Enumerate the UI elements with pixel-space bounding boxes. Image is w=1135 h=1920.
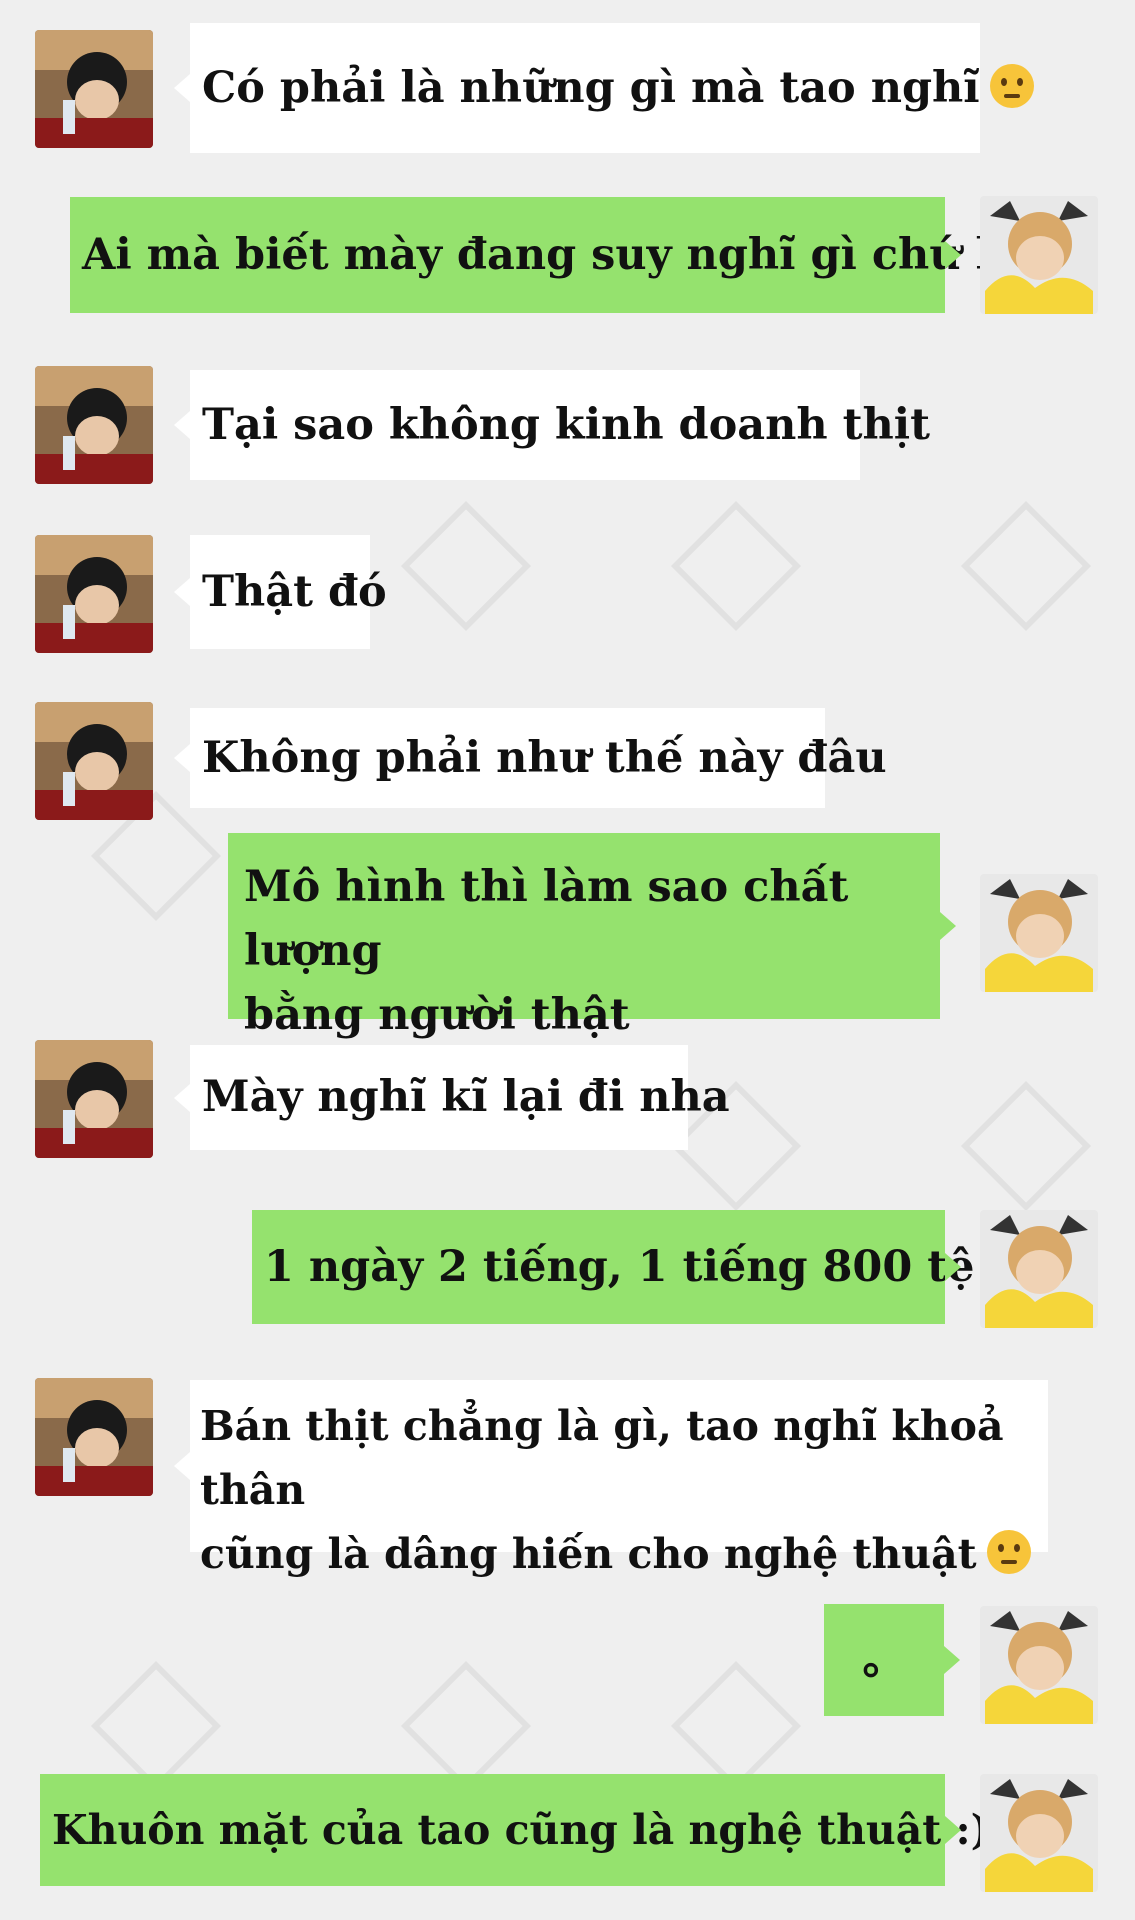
message-text: 。: [862, 1635, 906, 1685]
hand-over-mouth-face-icon: [986, 1530, 1031, 1574]
message-text: Không phải như thế này đâu: [202, 733, 887, 783]
thinking-face-icon: [989, 64, 1034, 108]
message-text-line: Bán thịt chẳng là gì, tao nghĩ khoả thân: [200, 1402, 1004, 1514]
message-text: Ai mà biết mày đang suy nghĩ gì chứ hả: [82, 230, 1035, 280]
message-bubble-incoming[interactable]: Mày nghĩ kĩ lại đi nha: [174, 1045, 730, 1150]
user-avatar[interactable]: [980, 1606, 1098, 1724]
message-text: Có phải là những gì mà tao nghĩ: [202, 63, 980, 113]
chat-area: Có phải là những gì mà tao nghĩ Ai mà bi…: [0, 0, 1135, 1920]
watermark: [670, 1660, 802, 1792]
message-bubble-outgoing[interactable]: Khuôn mặt của tao cũng là nghệ thuật :))…: [40, 1774, 1087, 1886]
message-text: Khuôn mặt của tao cũng là nghệ thuật :))…: [52, 1806, 1088, 1854]
user-avatar[interactable]: [980, 196, 1098, 314]
watermark: [400, 1660, 532, 1792]
watermark: [960, 500, 1092, 632]
message-text: Thật đó: [202, 567, 387, 617]
message-text: Mày nghĩ kĩ lại đi nha: [202, 1072, 730, 1122]
watermark: [400, 500, 532, 632]
contact-avatar[interactable]: [35, 1378, 153, 1496]
message-bubble-outgoing[interactable]: Ai mà biết mày đang suy nghĩ gì chứ hả: [70, 197, 1035, 313]
message-text-line: cũng là dâng hiến cho nghệ thuật: [200, 1530, 977, 1578]
message-bubble-incoming[interactable]: Không phải như thế này đâu: [174, 708, 887, 808]
message-bubble-incoming[interactable]: Thật đó: [174, 535, 387, 649]
user-avatar[interactable]: [980, 874, 1098, 992]
contact-avatar[interactable]: [35, 702, 153, 820]
message-text: 1 ngày 2 tiếng, 1 tiếng 800 tệ: [264, 1242, 975, 1292]
message-text-line: Mô hình thì làm sao chất lượng: [244, 862, 849, 976]
message-bubble-outgoing[interactable]: 。: [824, 1604, 960, 1716]
message-bubble-incoming[interactable]: Bán thịt chẳng là gì, tao nghĩ khoả thân…: [174, 1380, 1048, 1578]
contact-avatar[interactable]: [35, 366, 153, 484]
contact-avatar[interactable]: [35, 1040, 153, 1158]
message-bubble-outgoing[interactable]: Mô hình thì làm sao chất lượng bằng ngườ…: [228, 833, 956, 1040]
message-text: Tại sao không kinh doanh thịt: [202, 400, 930, 450]
watermark: [90, 1660, 222, 1792]
message-bubble-incoming[interactable]: Tại sao không kinh doanh thịt: [174, 370, 930, 480]
message-bubble-incoming[interactable]: Có phải là những gì mà tao nghĩ: [174, 23, 1034, 153]
message-bubble-outgoing[interactable]: 1 ngày 2 tiếng, 1 tiếng 800 tệ: [252, 1210, 974, 1324]
user-avatar[interactable]: [980, 1210, 1098, 1328]
user-avatar[interactable]: [980, 1774, 1098, 1892]
contact-avatar[interactable]: [35, 30, 153, 148]
contact-avatar[interactable]: [35, 535, 153, 653]
watermark: [670, 500, 802, 632]
watermark: [960, 1080, 1092, 1212]
message-text-line: bằng người thật: [244, 990, 630, 1040]
